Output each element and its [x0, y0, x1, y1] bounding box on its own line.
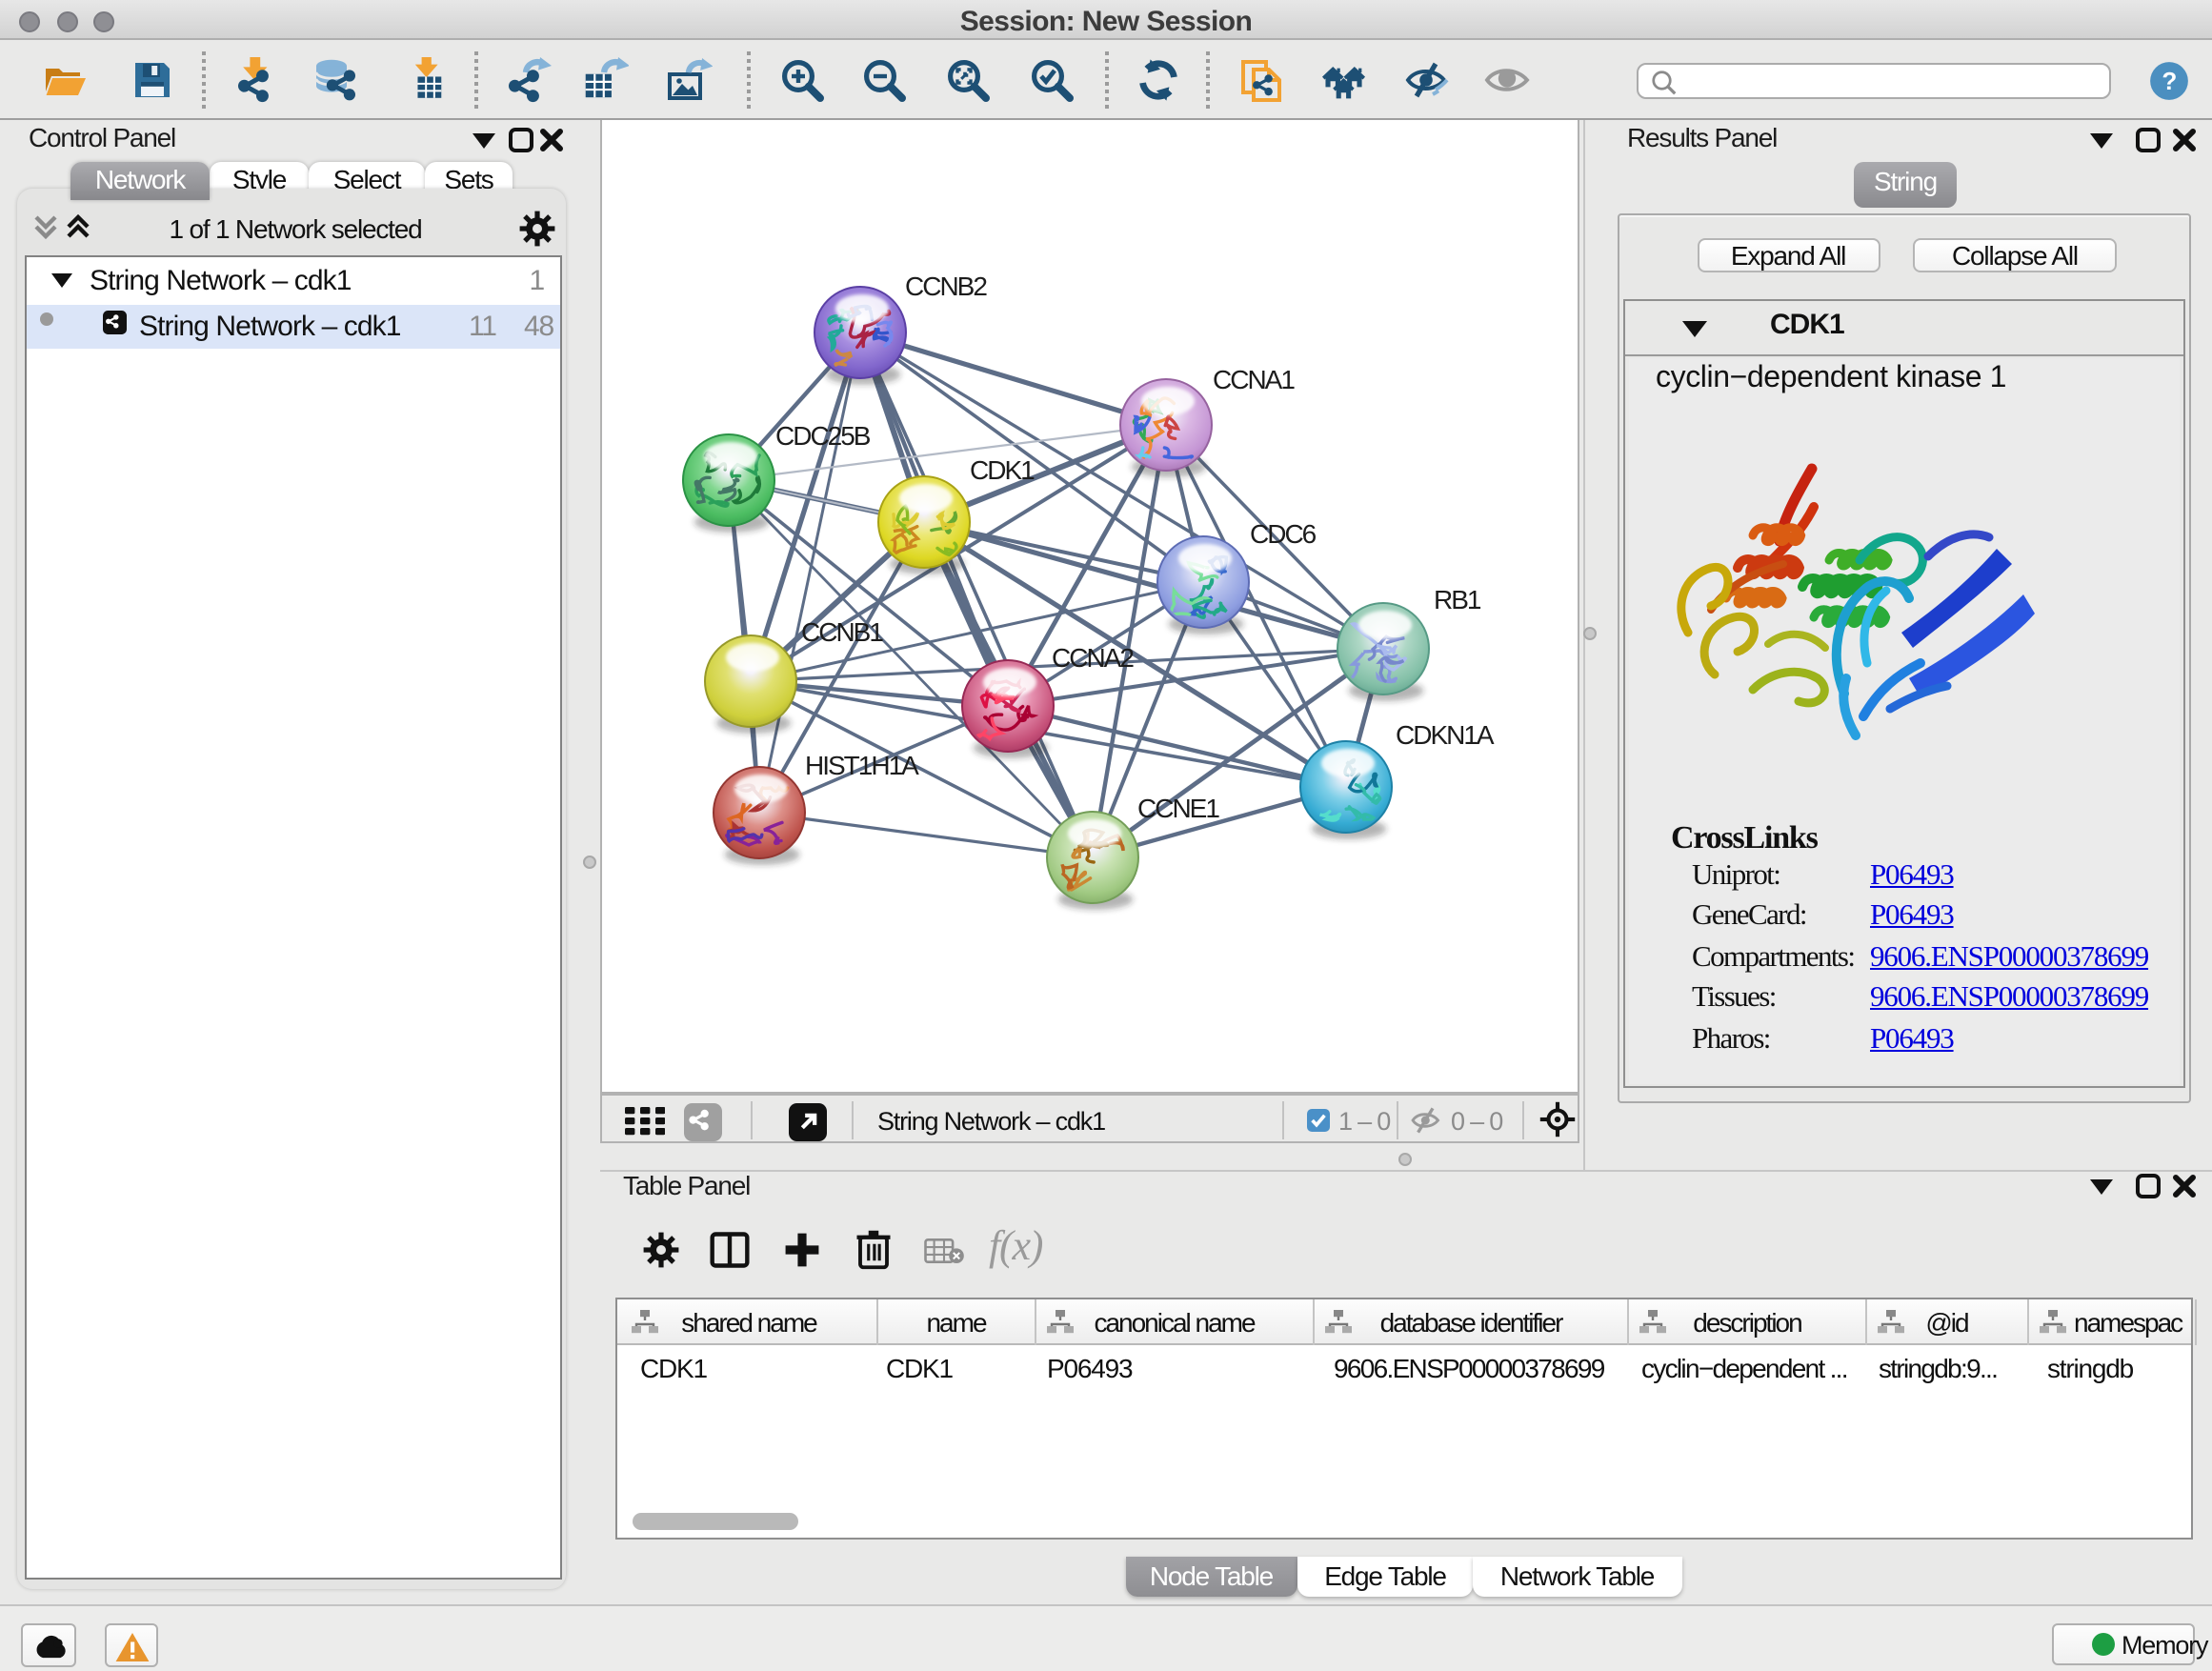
svg-text:CCNB1: CCNB1	[801, 617, 883, 647]
svg-text:CDK1: CDK1	[970, 455, 1035, 485]
svg-text:CCNA2: CCNA2	[1052, 643, 1134, 673]
svg-text:?: ?	[2162, 67, 2176, 95]
svg-text:CCNE1: CCNE1	[1137, 794, 1219, 823]
svg-text:CCNB2: CCNB2	[905, 272, 987, 301]
svg-text:CDC25B: CDC25B	[775, 421, 871, 451]
svg-text:CDKN1A: CDKN1A	[1396, 720, 1495, 750]
svg-text:HIST1H1A: HIST1H1A	[805, 751, 919, 780]
svg-text:CDC6: CDC6	[1250, 519, 1317, 549]
svg-text:CCNA1: CCNA1	[1213, 365, 1295, 394]
svg-text:RB1: RB1	[1434, 585, 1481, 614]
